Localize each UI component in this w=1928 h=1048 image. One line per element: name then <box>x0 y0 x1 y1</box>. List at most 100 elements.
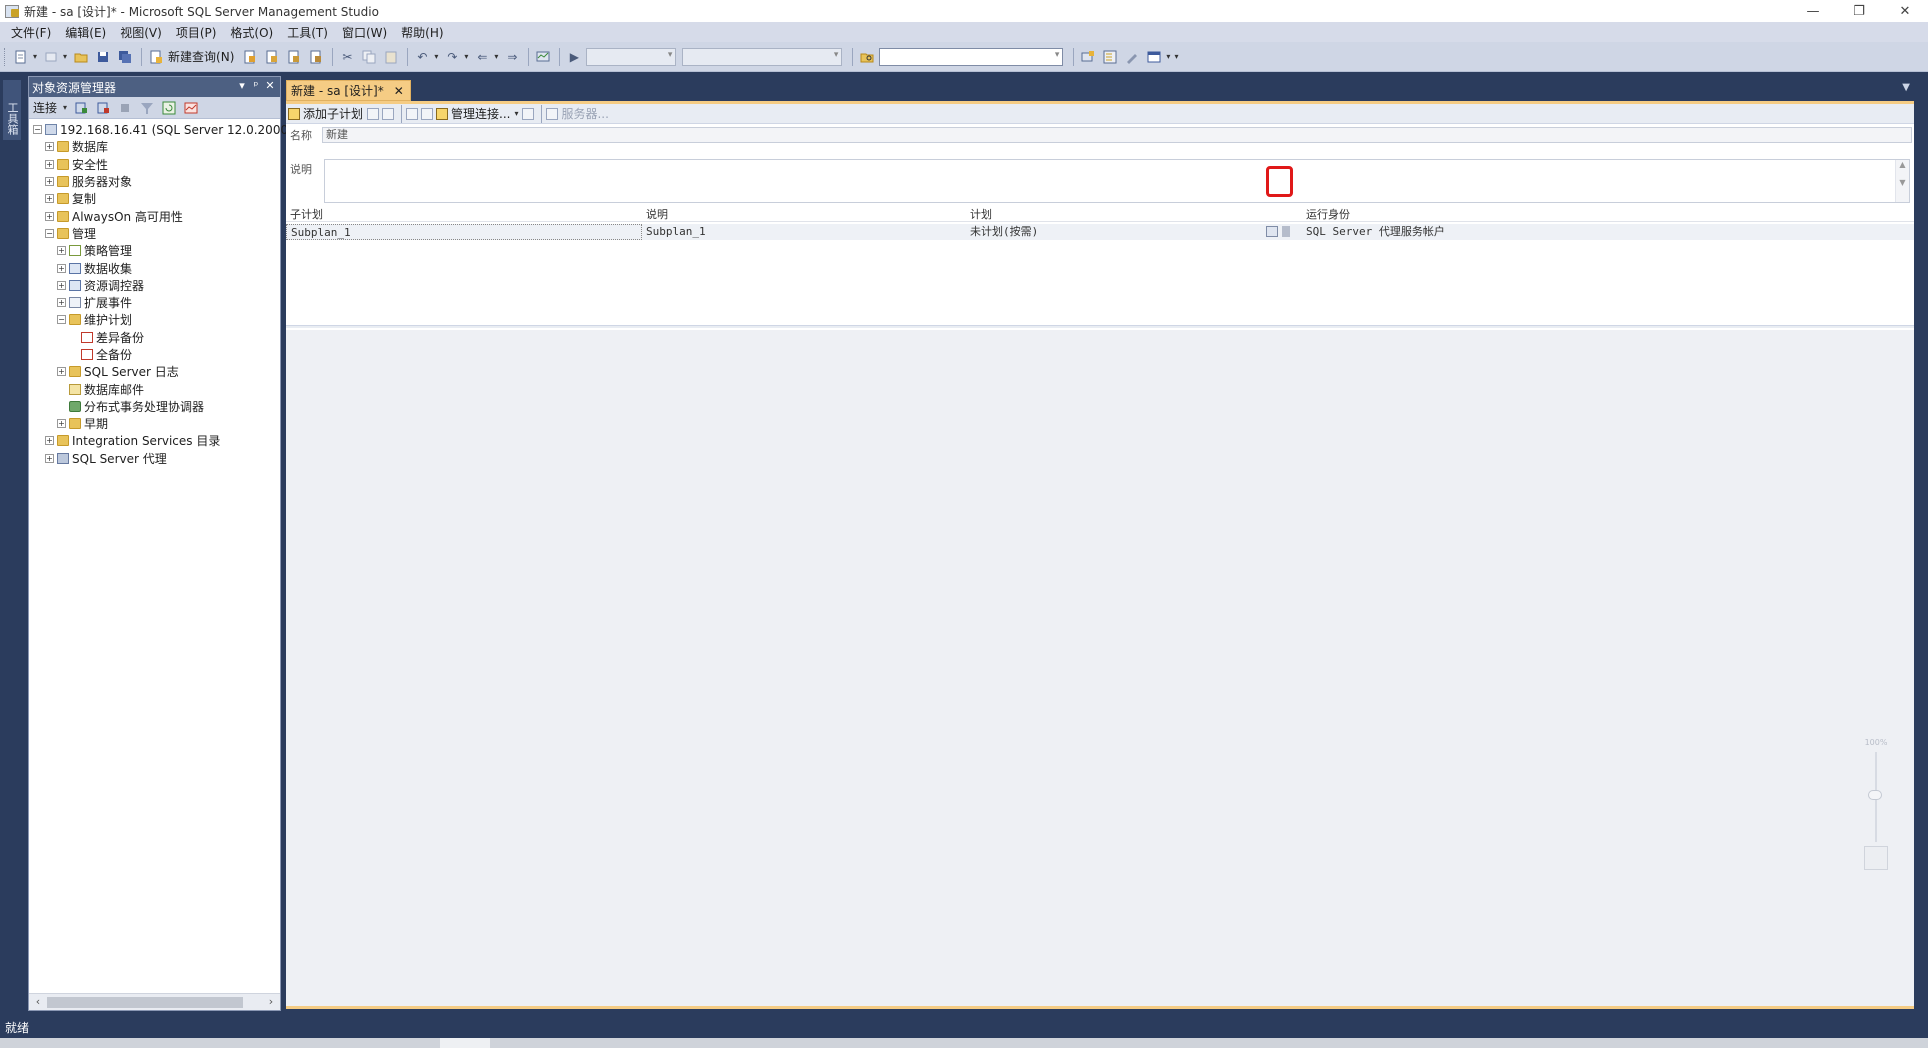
window-position-dropdown-icon[interactable]: ▾ <box>235 79 249 92</box>
scrollbar-thumb[interactable] <box>47 997 243 1008</box>
expand-icon[interactable]: + <box>45 436 54 446</box>
expand-icon[interactable]: + <box>57 419 66 429</box>
tree-node[interactable]: + 安全性 <box>29 156 280 173</box>
tree-node[interactable]: + 策略管理 <box>29 242 280 259</box>
solution-configuration-dropdown[interactable] <box>586 47 677 66</box>
refresh-icon[interactable] <box>159 98 179 118</box>
scroll-left-icon[interactable]: ‹ <box>31 995 45 1008</box>
open-file-icon[interactable] <box>71 47 91 67</box>
filter-icon[interactable] <box>137 98 157 118</box>
menu-view[interactable]: 视图(V) <box>113 24 169 41</box>
template-explorer-icon[interactable] <box>1122 47 1142 67</box>
restore-button[interactable]: ❐ <box>1836 0 1882 22</box>
dax-query-icon[interactable] <box>306 47 326 67</box>
manage-connections-button[interactable]: 管理连接... <box>451 105 510 122</box>
expand-icon[interactable]: + <box>57 280 66 290</box>
remove-schedule-icon[interactable] <box>1282 226 1290 237</box>
menu-project[interactable]: 项目(P) <box>169 24 224 41</box>
toolbar-options-icon[interactable]: ▾ <box>1174 52 1178 61</box>
menu-file[interactable]: 文件(F) <box>4 24 58 41</box>
scroll-right-icon[interactable]: › <box>264 995 278 1008</box>
new-query-button[interactable]: 新建查询(N) <box>168 48 234 65</box>
properties-window-icon[interactable] <box>1144 47 1164 67</box>
tree-node[interactable]: − 192.168.16.41 (SQL Server 12.0.2000 - <box>29 121 296 138</box>
undo-icon[interactable]: ↶ <box>412 47 432 67</box>
paste-icon[interactable] <box>381 47 401 67</box>
tree-node[interactable]: − 管理 <box>29 225 280 242</box>
zoom-to-fit-icon[interactable] <box>1864 846 1888 870</box>
add-subplan-button[interactable]: 添加子计划 <box>303 105 363 122</box>
tree-node[interactable]: + 早期 <box>29 415 280 432</box>
column-subplan[interactable]: 子计划 <box>286 208 642 221</box>
collapse-icon[interactable]: − <box>57 315 66 325</box>
document-list-dropdown-icon[interactable]: ▼ <box>1902 82 1910 93</box>
activity-monitor-small-icon[interactable] <box>181 98 201 118</box>
close-panel-icon[interactable]: ✕ <box>263 79 277 92</box>
expand-icon[interactable]: + <box>57 246 66 256</box>
add-item-dropdown-icon[interactable]: ▾ <box>63 52 67 61</box>
subplan-run-as-cell[interactable]: SQL Server 代理服务帐户 <box>1302 224 1914 240</box>
design-surface[interactable]: 100% <box>286 330 1914 1006</box>
save-all-icon[interactable] <box>115 47 135 67</box>
tree-node[interactable]: + 资源调控器 <box>29 277 280 294</box>
close-tab-icon[interactable]: ✕ <box>394 84 404 98</box>
column-description[interactable]: 说明 <box>642 208 966 221</box>
object-explorer-icon[interactable] <box>1100 47 1120 67</box>
collapse-icon[interactable]: − <box>33 125 42 135</box>
expand-icon[interactable]: + <box>45 159 54 169</box>
menu-tools[interactable]: 工具(T) <box>280 24 335 41</box>
undo-dropdown-icon[interactable]: ▾ <box>434 52 438 61</box>
connect-server-icon[interactable] <box>71 98 91 118</box>
subplan-name-cell[interactable]: Subplan_1 <box>286 224 642 240</box>
expand-icon[interactable]: + <box>45 453 54 463</box>
start-debugging-icon[interactable]: ▶ <box>564 47 584 67</box>
expand-icon[interactable]: + <box>57 263 66 273</box>
collapse-icon[interactable]: − <box>45 228 54 238</box>
minimize-button[interactable]: — <box>1790 0 1836 22</box>
tree-node[interactable]: + 服务器对象 <box>29 173 280 190</box>
subplan-schedule-icon[interactable] <box>406 107 419 120</box>
column-run-as[interactable]: 运行身份 <box>1302 208 1914 221</box>
tree-node[interactable]: + 数据库 <box>29 138 280 155</box>
tree-node[interactable]: + SQL Server 代理 <box>29 450 280 467</box>
tree-node[interactable]: − 维护计划 <box>29 311 280 328</box>
plan-description-field[interactable]: ▲ ▼ <box>324 159 1910 203</box>
reporting-logging-icon[interactable] <box>522 107 535 120</box>
expand-icon[interactable]: + <box>45 211 54 221</box>
expand-icon[interactable]: + <box>45 177 54 187</box>
close-window-button[interactable]: ✕ <box>1882 0 1928 22</box>
tree-node[interactable]: 分布式事务处理协调器 <box>29 398 280 415</box>
mdx-query-icon[interactable] <box>240 47 260 67</box>
horizontal-scrollbar[interactable]: ‹ › <box>29 993 280 1010</box>
find-in-files-icon[interactable] <box>857 47 877 67</box>
grid-splitter[interactable] <box>286 325 1914 328</box>
disconnect-icon[interactable] <box>93 98 113 118</box>
subplan-schedule-cell[interactable]: 未计划(按需) <box>966 224 1302 240</box>
window-layout-dropdown-icon[interactable]: ▾ <box>1166 52 1170 61</box>
tree-node[interactable]: + AlwaysOn 高可用性 <box>29 207 280 224</box>
new-query-icon[interactable] <box>146 47 166 67</box>
solution-platform-dropdown[interactable] <box>682 47 843 66</box>
column-schedule[interactable]: 计划 <box>966 208 1302 221</box>
menu-format[interactable]: 格式(O) <box>223 24 280 41</box>
add-item-icon[interactable] <box>41 47 61 67</box>
subplan-description-cell[interactable]: Subplan_1 <box>642 224 966 240</box>
xmla-query-icon[interactable] <box>284 47 304 67</box>
tree-node[interactable]: + 数据收集 <box>29 259 280 276</box>
menu-edit[interactable]: 编辑(E) <box>58 24 113 41</box>
redo-icon[interactable]: ↷ <box>442 47 462 67</box>
navigate-back-dropdown-icon[interactable]: ▾ <box>494 52 498 61</box>
activity-monitor-icon[interactable] <box>533 47 553 67</box>
tree-node[interactable]: + 复制 <box>29 190 280 207</box>
connect-button[interactable]: 连接 <box>33 99 57 116</box>
navigate-back-icon[interactable]: ⇐ <box>472 47 492 67</box>
cut-icon[interactable]: ✂ <box>337 47 357 67</box>
new-project-dropdown-icon[interactable]: ▾ <box>33 52 37 61</box>
expand-icon[interactable]: + <box>57 298 66 308</box>
tree-node[interactable]: + Integration Services 目录 <box>29 432 280 449</box>
tree-node[interactable]: + SQL Server 日志 <box>29 363 280 380</box>
delete-subplan-icon[interactable] <box>382 107 395 120</box>
toolbar-grip[interactable] <box>4 47 7 66</box>
find-combo[interactable] <box>879 47 1064 66</box>
remove-schedule-icon[interactable] <box>421 107 434 120</box>
